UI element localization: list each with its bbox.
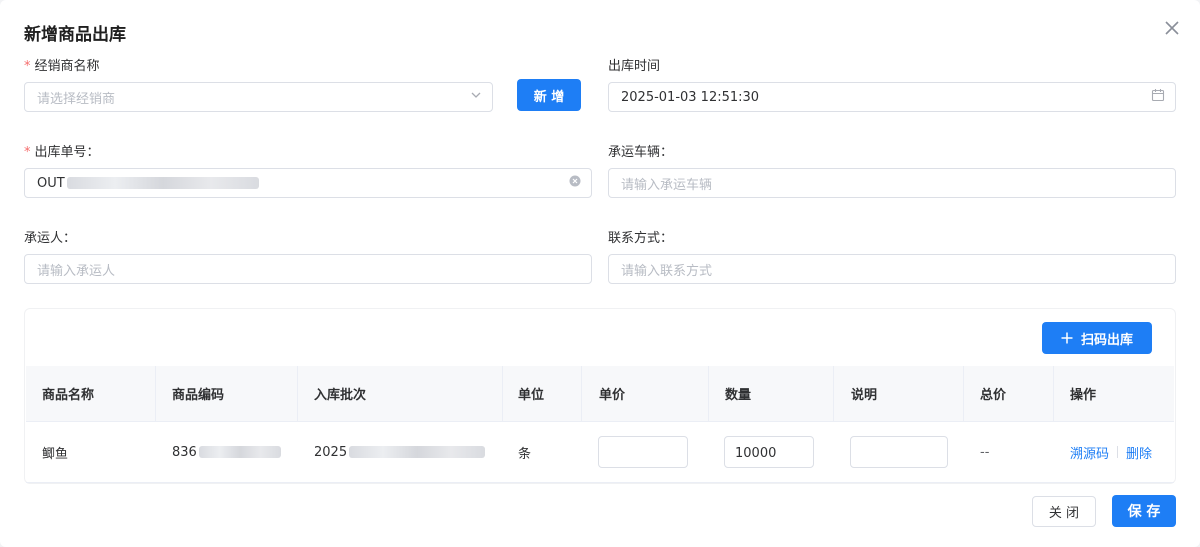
out-time-picker[interactable]: 2025-01-03 12:51:30 bbox=[608, 82, 1176, 112]
out-no-input[interactable]: OUT bbox=[24, 168, 592, 198]
cell-note bbox=[850, 422, 948, 482]
vehicle-label: 承运车辆： bbox=[608, 145, 674, 160]
table-header: 商品名称 商品编码 入库批次 单位 单价 数量 说明 总价 操作 bbox=[26, 366, 1174, 422]
chevron-down-icon bbox=[470, 89, 482, 105]
col-total: 总价 bbox=[963, 366, 1006, 421]
cell-price bbox=[598, 422, 688, 482]
carrier-label: 承运人： bbox=[24, 231, 77, 246]
cell-actions: 溯源码 删除 bbox=[1070, 422, 1152, 482]
cell-unit: 条 bbox=[518, 446, 532, 462]
contact-placeholder: 请输入联系方式 bbox=[621, 263, 713, 279]
scan-out-label: 扫码出库 bbox=[1080, 332, 1133, 348]
col-unit: 单位 bbox=[502, 366, 544, 421]
cell-total: -- bbox=[980, 444, 990, 460]
table-row: 鲫鱼 836 2025 条 10000 -- 溯源码 删除 bbox=[26, 422, 1174, 483]
contact-input[interactable]: 请输入联系方式 bbox=[608, 254, 1176, 284]
vehicle-input[interactable]: 请输入承运车辆 bbox=[608, 168, 1176, 198]
contact-label: 联系方式： bbox=[608, 231, 674, 246]
carrier-placeholder: 请输入承运人 bbox=[37, 263, 116, 279]
col-qty: 数量 bbox=[708, 366, 751, 421]
cell-batch: 2025 bbox=[314, 422, 486, 482]
add-outbound-dialog: 新增商品出库 * 经销商名称 请选择经销商 新 增 出库时间 2025-01-03… bbox=[0, 0, 1200, 547]
redacted-text bbox=[66, 177, 259, 189]
out-time-label: 出库时间 bbox=[608, 59, 661, 74]
cell-code: 836 bbox=[172, 422, 281, 482]
scan-out-button[interactable]: 扫码出库 bbox=[1042, 322, 1152, 354]
cell-qty: 10000 bbox=[724, 422, 814, 482]
action-divider bbox=[1117, 446, 1119, 458]
distributor-label: * 经销商名称 bbox=[24, 59, 100, 74]
carrier-input[interactable]: 请输入承运人 bbox=[24, 254, 592, 284]
col-note: 说明 bbox=[833, 366, 877, 421]
trace-code-link[interactable]: 溯源码 bbox=[1070, 443, 1109, 462]
col-price: 单价 bbox=[581, 366, 625, 421]
calendar-icon bbox=[1151, 88, 1165, 106]
add-distributor-button[interactable]: 新 增 bbox=[517, 79, 581, 111]
distributor-placeholder: 请选择经销商 bbox=[37, 91, 116, 107]
redacted-text bbox=[349, 446, 486, 458]
note-input[interactable] bbox=[850, 436, 948, 468]
out-time-value: 2025-01-03 12:51:30 bbox=[621, 89, 760, 105]
redacted-text bbox=[198, 446, 281, 458]
plus-icon bbox=[1061, 332, 1073, 344]
col-name: 商品名称 bbox=[42, 388, 95, 403]
col-batch: 入库批次 bbox=[297, 366, 366, 421]
price-input[interactable] bbox=[598, 436, 688, 468]
delete-link[interactable]: 删除 bbox=[1126, 443, 1152, 462]
cell-name: 鲫鱼 bbox=[42, 446, 69, 462]
save-button[interactable]: 保 存 bbox=[1112, 495, 1176, 527]
out-no-value: OUT bbox=[37, 175, 65, 191]
distributor-select[interactable]: 请选择经销商 bbox=[24, 82, 493, 112]
dialog-title: 新增商品出库 bbox=[24, 25, 126, 45]
clear-icon[interactable] bbox=[569, 175, 581, 191]
out-no-label: * 出库单号： bbox=[24, 145, 100, 160]
qty-input[interactable]: 10000 bbox=[724, 436, 814, 468]
col-code: 商品编码 bbox=[155, 366, 224, 421]
close-icon[interactable] bbox=[1162, 18, 1182, 38]
close-button[interactable]: 关 闭 bbox=[1032, 496, 1096, 527]
col-actions: 操作 bbox=[1053, 366, 1096, 421]
vehicle-placeholder: 请输入承运车辆 bbox=[621, 177, 713, 193]
